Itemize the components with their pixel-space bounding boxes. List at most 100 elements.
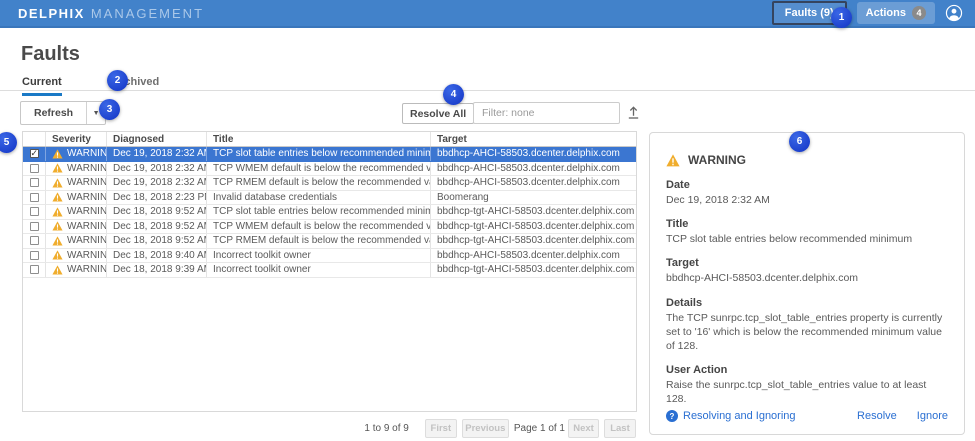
severity-cell: WARNING <box>46 205 107 219</box>
header-title[interactable]: Title <box>207 132 431 146</box>
diagnosed-cell: Dec 18, 2018 2:23 PM <box>107 191 207 205</box>
severity-text: WARNING <box>67 177 107 188</box>
ignore-link[interactable]: Ignore <box>917 410 948 422</box>
diagnosed-cell: Dec 18, 2018 9:52 AM <box>107 205 207 219</box>
callout-5: 5 <box>0 132 17 153</box>
row-checkbox[interactable] <box>30 251 39 260</box>
detail-details-section: Details The TCP sunrpc.tcp_slot_table_en… <box>666 297 948 354</box>
callout-6: 6 <box>789 131 810 152</box>
target-cell: bbdhcp-AHCI-58503.dcenter.delphix.com <box>431 162 636 176</box>
diagnosed-cell: Dec 18, 2018 9:39 AM <box>107 263 207 277</box>
callout-4: 4 <box>443 84 464 105</box>
footer-actions: Resolve Ignore <box>857 410 948 422</box>
detail-target-section: Target bbdhcp-AHCI-58503.dcenter.delphix… <box>666 257 948 285</box>
help-icon: ? <box>666 410 678 422</box>
row-checkbox[interactable] <box>30 207 39 216</box>
faults-table: Severity Diagnosed Title Target <box>22 131 637 412</box>
row-checkbox[interactable] <box>30 178 39 187</box>
table-row[interactable]: WARNING Dec 19, 2018 2:32 AM TCP WMEM de… <box>23 162 636 177</box>
severity-cell: WARNING <box>46 263 107 277</box>
severity-cell: WARNING <box>46 147 107 161</box>
diagnosed-cell: Dec 18, 2018 9:52 AM <box>107 234 207 248</box>
row-checkbox[interactable] <box>30 222 39 231</box>
user-action-value: Raise the sunrpc.tcp_slot_table_entries … <box>666 378 948 406</box>
delphix-faults-screen: DELPHIX MANAGEMENT Faults (9) Actions 4 … <box>0 0 975 441</box>
user-profile-icon[interactable] <box>945 4 963 22</box>
header-diagnosed[interactable]: Diagnosed <box>107 132 207 146</box>
warning-icon <box>52 265 63 275</box>
table-row[interactable]: WARNING Dec 18, 2018 9:52 AM TCP RMEM de… <box>23 234 636 249</box>
target-cell: bbdhcp-AHCI-58503.dcenter.delphix.com <box>431 176 636 190</box>
table-row[interactable]: WARNING Dec 18, 2018 9:40 AM Incorrect t… <box>23 249 636 264</box>
table-row[interactable]: WARNING Dec 19, 2018 2:32 AM TCP RMEM de… <box>23 176 636 191</box>
previous-page-button[interactable]: Previous <box>462 419 509 438</box>
first-page-button[interactable]: First <box>425 419 457 438</box>
detail-footer: ? Resolving and Ignoring Resolve Ignore <box>666 410 948 422</box>
table-row[interactable]: WARNING Dec 18, 2018 2:23 PM Invalid dat… <box>23 191 636 206</box>
header-severity[interactable]: Severity <box>46 132 107 146</box>
severity-cell: WARNING <box>46 234 107 248</box>
top-navigation-bar: DELPHIX MANAGEMENT Faults (9) Actions 4 <box>0 0 975 28</box>
severity-text: WARNING <box>67 235 107 246</box>
resolving-and-ignoring-link[interactable]: ? Resolving and Ignoring <box>666 410 796 422</box>
row-checkbox[interactable] <box>30 193 39 202</box>
detail-date-section: Date Dec 19, 2018 2:32 AM <box>666 179 948 207</box>
last-page-button[interactable]: Last <box>604 419 636 438</box>
warning-icon <box>52 221 63 231</box>
resolve-link[interactable]: Resolve <box>857 410 897 422</box>
table-row[interactable]: WARNING Dec 18, 2018 9:52 AM TCP WMEM de… <box>23 220 636 235</box>
title-cell: TCP WMEM default is below the recommende… <box>207 162 431 176</box>
severity-text: WARNING <box>67 192 107 203</box>
row-checkbox-cell <box>23 220 46 234</box>
next-page-button[interactable]: Next <box>568 419 599 438</box>
target-cell: bbdhcp-AHCI-58503.dcenter.delphix.com <box>431 147 636 161</box>
pagination-bar: 1 to 9 of 9 First Previous Page 1 of 1 N… <box>22 419 637 438</box>
title-cell: TCP RMEM default is below the recommende… <box>207 176 431 190</box>
delphix-logo: DELPHIX MANAGEMENT <box>18 6 204 21</box>
actions-button[interactable]: Actions 4 <box>857 2 935 24</box>
row-checkbox-cell <box>23 205 46 219</box>
callout-1: 1 <box>831 7 852 28</box>
warning-icon <box>52 149 63 159</box>
severity-text: WARNING <box>67 264 107 275</box>
toolbar: Refresh ▼ Resolve All <box>0 100 975 126</box>
header-target[interactable]: Target <box>431 132 636 146</box>
resolve-all-button[interactable]: Resolve All <box>402 103 474 124</box>
target-cell: bbdhcp-tgt-AHCI-58503.dcenter.delphix.co… <box>431 234 636 248</box>
table-row[interactable]: WARNING Dec 18, 2018 9:39 AM Incorrect t… <box>23 263 636 278</box>
row-checkbox-cell <box>23 176 46 190</box>
filter-input[interactable] <box>473 102 620 124</box>
row-checkbox[interactable] <box>30 149 39 158</box>
warning-icon <box>52 250 63 260</box>
logo-secondary: MANAGEMENT <box>91 6 204 21</box>
warning-icon <box>52 236 63 246</box>
diagnosed-cell: Dec 18, 2018 9:40 AM <box>107 249 207 263</box>
title-cell: TCP slot table entries below recommended… <box>207 205 431 219</box>
severity-text: WARNING <box>67 163 107 174</box>
title-cell: TCP WMEM default is below the recommende… <box>207 220 431 234</box>
tab-current[interactable]: Current <box>22 76 62 96</box>
title-cell: Incorrect toolkit owner <box>207 263 431 277</box>
callout-3: 3 <box>99 99 120 120</box>
table-row[interactable]: WARNING Dec 18, 2018 9:52 AM TCP slot ta… <box>23 205 636 220</box>
table-row[interactable]: WARNING Dec 19, 2018 2:32 AM TCP slot ta… <box>23 147 636 162</box>
severity-text: WARNING <box>67 221 107 232</box>
details-label: Details <box>666 297 948 309</box>
row-checkbox-cell <box>23 162 46 176</box>
detail-user-action-section: User Action Raise the sunrpc.tcp_slot_ta… <box>666 364 948 406</box>
diagnosed-cell: Dec 19, 2018 2:32 AM <box>107 147 207 161</box>
refresh-button[interactable]: Refresh ▼ <box>20 101 106 125</box>
fault-detail-panel: WARNING Date Dec 19, 2018 2:32 AM Title … <box>649 132 965 435</box>
faults-table-body: WARNING Dec 19, 2018 2:32 AM TCP slot ta… <box>23 147 636 278</box>
row-checkbox[interactable] <box>30 265 39 274</box>
export-icon[interactable] <box>626 104 641 120</box>
target-value: bbdhcp-AHCI-58503.dcenter.delphix.com <box>666 271 948 285</box>
header-checkbox-cell <box>23 132 46 146</box>
warning-icon <box>666 154 680 167</box>
target-label: Target <box>666 257 948 269</box>
detail-title-section: Title TCP slot table entries below recom… <box>666 218 948 246</box>
row-checkbox[interactable] <box>30 236 39 245</box>
warning-icon <box>52 163 63 173</box>
target-cell: bbdhcp-tgt-AHCI-58503.dcenter.delphix.co… <box>431 263 636 277</box>
row-checkbox[interactable] <box>30 164 39 173</box>
